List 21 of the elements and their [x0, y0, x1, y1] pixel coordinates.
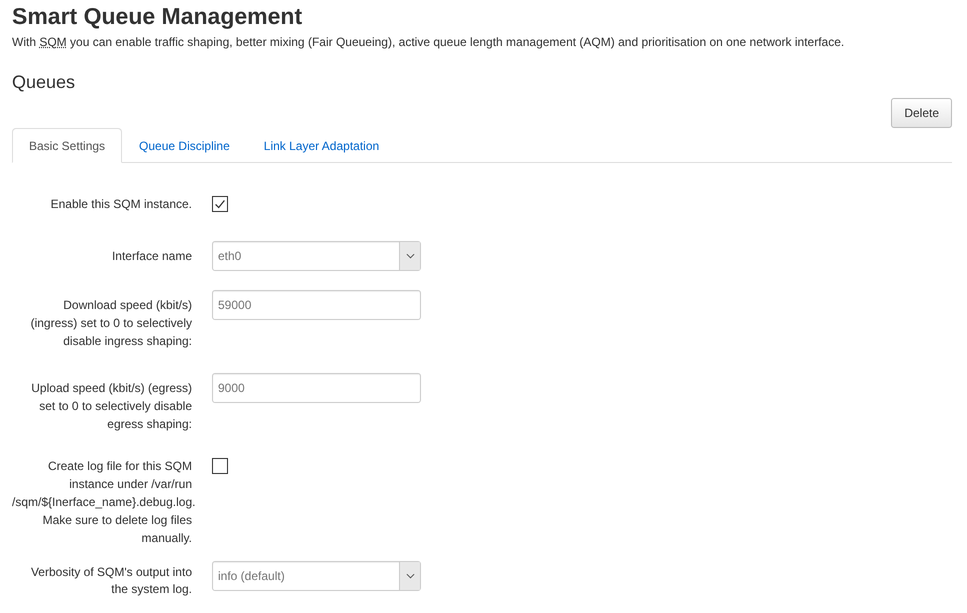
delete-button[interactable]: Delete	[891, 98, 952, 128]
page-description: With SQM you can enable traffic shaping, better mixing (Fair Queueing), active queue length management (AQM) and prioritisation on one network interface.	[12, 34, 846, 50]
select-field[interactable]: eth0	[212, 241, 421, 271]
tab[interactable]: Queue Discipline	[122, 128, 247, 163]
field-label: Create log file for this SQM instance under /var/run /sqm/${Inerface_name}.debug.log. Make sure to delete log files manually.	[12, 458, 192, 547]
field-label: Interface name	[110, 248, 192, 265]
select-field[interactable]: info (default)	[212, 561, 421, 591]
tab[interactable]: Basic Settings	[12, 128, 122, 163]
field-label: Verbosity of SQM's output into the system log.	[30, 564, 192, 598]
page-title: Smart Queue Management	[12, 2, 304, 30]
field-label: Download speed (kbit/s) (ingress) set to 0 to selectively disable ingress shaping:	[30, 297, 192, 350]
field-label: Upload speed (kbit/s) (egress) set to 0 to selectively disable egress shaping:	[30, 380, 192, 433]
input-field[interactable]: 59000	[212, 290, 421, 320]
input-field[interactable]: 9000	[212, 373, 421, 403]
chevron-down-icon	[406, 573, 414, 579]
checkbox[interactable]	[212, 458, 228, 474]
tab[interactable]: Link Layer Adaptation	[246, 128, 396, 163]
checkbox[interactable]	[212, 196, 228, 212]
chevron-down-icon	[406, 253, 414, 259]
field-label: Enable this SQM instance.	[50, 196, 192, 213]
section-title: Queues	[12, 71, 76, 94]
